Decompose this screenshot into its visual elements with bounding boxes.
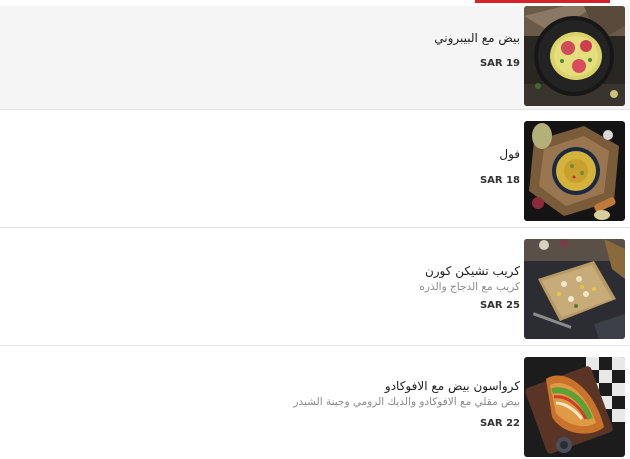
menu-item-info: كرواسون بيض مع الافوكادو بيض مقلي مع الا…	[120, 346, 520, 429]
foul-bowl-image	[524, 121, 625, 221]
menu-item[interactable]: كرواسون بيض مع الافوكادو بيض مقلي مع الا…	[0, 346, 630, 459]
menu-item-info: بيض مع البيبروني SAR 19	[120, 6, 520, 69]
menu-item-price: SAR 19	[479, 58, 520, 69]
avocado-egg-croissant-image	[524, 357, 625, 457]
menu-item-info: فول SAR 18	[120, 110, 520, 186]
menu-item-price: SAR 25	[479, 300, 520, 311]
pepperoni-omelette-image	[524, 6, 625, 106]
chicken-corn-crepe-image	[524, 239, 625, 339]
menu-item-name: فول	[499, 147, 520, 161]
menu-item-price: SAR 18	[479, 175, 520, 186]
menu-item-price: SAR 22	[479, 418, 520, 429]
menu-list: بيض مع البيبروني SAR 19 فول SAR 18 كريب …	[0, 6, 630, 459]
menu-item-info: كريب تشيكن كورن كريب مع الدجاج والذره SA…	[120, 228, 520, 311]
menu-item-name: كريب تشيكن كورن	[424, 264, 520, 278]
menu-item-name: كرواسون بيض مع الافوكادو	[384, 379, 520, 393]
active-tab-indicator	[475, 0, 610, 3]
menu-item[interactable]: كريب تشيكن كورن كريب مع الدجاج والذره SA…	[0, 228, 630, 346]
menu-item-name: بيض مع البيبروني	[434, 31, 520, 45]
menu-item[interactable]: بيض مع البيبروني SAR 19	[0, 6, 630, 110]
menu-item[interactable]: فول SAR 18	[0, 110, 630, 228]
menu-item-description: كريب مع الدجاج والذره	[419, 281, 520, 293]
menu-item-description: بيض مقلي مع الافوكادو والديك الرومي وجبن…	[293, 396, 520, 408]
